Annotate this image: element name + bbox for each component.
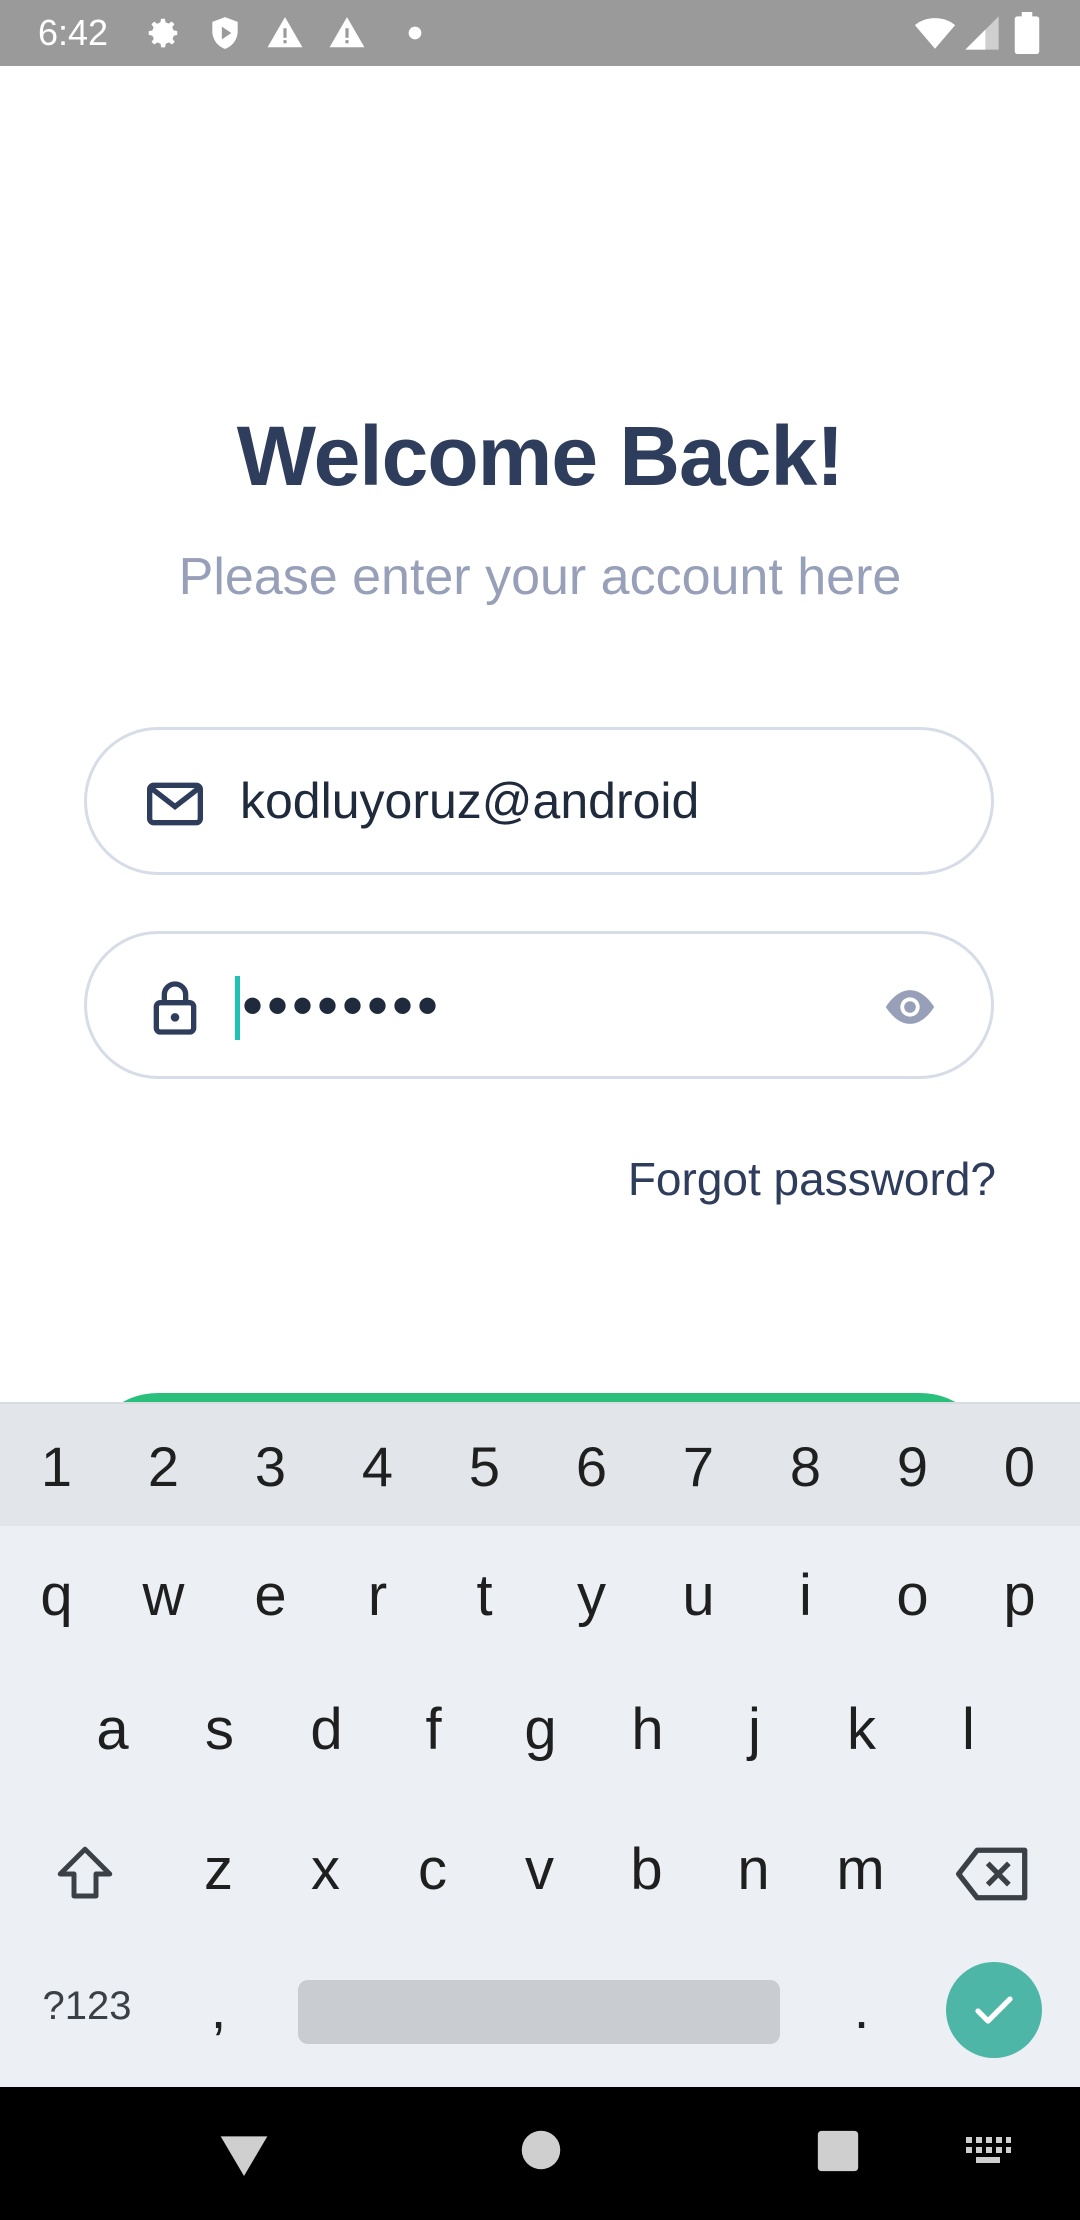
- letter-key[interactable]: f: [380, 1696, 487, 1763]
- comma-key[interactable]: ,: [165, 1976, 272, 2041]
- letter-key[interactable]: e: [217, 1562, 324, 1629]
- password-value: ••••••••: [242, 972, 443, 1039]
- letter-key[interactable]: u: [645, 1562, 752, 1629]
- shift-icon[interactable]: [52, 1841, 118, 1907]
- letter-key[interactable]: i: [752, 1562, 859, 1629]
- letter-key[interactable]: x: [272, 1836, 379, 1903]
- number-key[interactable]: 8: [752, 1434, 859, 1499]
- space-key[interactable]: [298, 1980, 780, 2044]
- gear-icon: [148, 18, 178, 48]
- password-field[interactable]: ••••••••: [84, 931, 994, 1079]
- number-key[interactable]: 2: [110, 1434, 217, 1499]
- page-title: Welcome Back!: [236, 409, 844, 503]
- navigation-bar: [0, 2087, 1080, 2220]
- enter-key[interactable]: [946, 1962, 1042, 2058]
- wifi-icon: [914, 18, 956, 49]
- dot-icon: [408, 26, 422, 40]
- soft-keyboard: 1234567890 qwertyuiop asdfghjkl zxcvbnm …: [0, 1402, 1080, 2089]
- letter-key[interactable]: q: [3, 1562, 110, 1629]
- recents-icon[interactable]: [816, 2129, 860, 2173]
- number-key[interactable]: 4: [324, 1434, 431, 1499]
- text-caret: [235, 976, 240, 1040]
- battery-icon: [1014, 12, 1040, 54]
- number-key[interactable]: 0: [966, 1434, 1073, 1499]
- keyboard-switch-icon[interactable]: [964, 2135, 1012, 2167]
- period-key[interactable]: .: [808, 1976, 915, 2041]
- email-field[interactable]: kodluyoruz@android: [84, 727, 994, 875]
- warning-icon: [329, 17, 365, 48]
- letter-key[interactable]: n: [700, 1836, 807, 1903]
- status-time: 6:42: [38, 12, 109, 53]
- number-key[interactable]: 6: [538, 1434, 645, 1499]
- symbols-key[interactable]: ?123: [32, 1984, 142, 2029]
- back-icon[interactable]: [216, 2129, 272, 2181]
- number-key[interactable]: 5: [431, 1434, 538, 1499]
- backspace-icon[interactable]: [956, 1844, 1030, 1904]
- letter-key[interactable]: s: [166, 1696, 273, 1763]
- letter-key[interactable]: c: [379, 1836, 486, 1903]
- letter-key[interactable]: l: [915, 1696, 1022, 1763]
- status-bar: 6:42: [0, 0, 1080, 66]
- letter-key[interactable]: t: [431, 1562, 538, 1629]
- letter-key[interactable]: p: [966, 1562, 1073, 1629]
- check-icon: [975, 1996, 1013, 2024]
- letter-key[interactable]: z: [165, 1836, 272, 1903]
- number-key[interactable]: 1: [3, 1434, 110, 1499]
- eye-icon[interactable]: [879, 978, 941, 1036]
- page-subtitle: Please enter your account here: [178, 548, 902, 606]
- letter-key[interactable]: h: [594, 1696, 701, 1763]
- letter-key[interactable]: a: [59, 1696, 166, 1763]
- letter-key[interactable]: w: [110, 1562, 217, 1629]
- letter-key[interactable]: y: [538, 1562, 645, 1629]
- number-key[interactable]: 7: [645, 1434, 752, 1499]
- mail-icon: [147, 782, 203, 826]
- letter-key[interactable]: g: [487, 1696, 594, 1763]
- shield-icon: [212, 17, 238, 49]
- email-value: kodluyoruz@android: [240, 773, 700, 829]
- warning-icon: [267, 17, 303, 48]
- letter-key[interactable]: r: [324, 1562, 431, 1629]
- letter-key[interactable]: j: [701, 1696, 808, 1763]
- letter-key[interactable]: v: [486, 1836, 593, 1903]
- letter-key[interactable]: m: [807, 1836, 914, 1903]
- signal-icon: [965, 16, 999, 50]
- letter-key[interactable]: b: [593, 1836, 700, 1903]
- forgot-password-link[interactable]: Forgot password?: [628, 1152, 996, 1206]
- letter-key[interactable]: d: [273, 1696, 380, 1763]
- home-icon[interactable]: [520, 2129, 562, 2171]
- lock-icon: [153, 981, 197, 1035]
- number-key[interactable]: 9: [859, 1434, 966, 1499]
- letter-key[interactable]: k: [808, 1696, 915, 1763]
- number-key[interactable]: 3: [217, 1434, 324, 1499]
- letter-key[interactable]: o: [859, 1562, 966, 1629]
